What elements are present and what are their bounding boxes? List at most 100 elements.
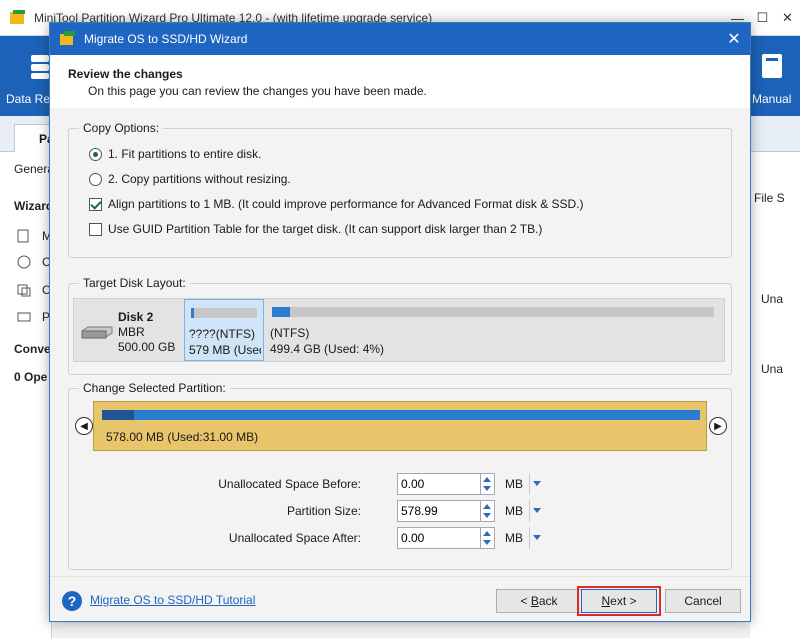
- option-fit-partitions[interactable]: 1. Fit partitions to entire disk.: [89, 147, 261, 161]
- unallocated-before-label: Unallocated Space Before:: [218, 477, 361, 491]
- option-align-1mb[interactable]: Align partitions to 1 MB. (It could impr…: [89, 197, 584, 211]
- change-partition-group: Change Selected Partition: ◀ 578.00 MB (…: [68, 381, 732, 570]
- dialog-titlebar[interactable]: Migrate OS to SSD/HD Wizard ✕: [50, 23, 750, 55]
- right-panel-file-system: File S: [754, 191, 785, 205]
- use-gpt-checkbox[interactable]: [89, 222, 102, 236]
- partition-1-size: 579 MB (Used: 5%): [189, 343, 261, 357]
- fit-partitions-label: 1. Fit partitions to entire disk.: [108, 147, 262, 161]
- partition-size-unit[interactable]: MB: [505, 504, 523, 518]
- spin-up-icon[interactable]: [483, 477, 491, 482]
- migrate-icon[interactable]: [16, 228, 32, 244]
- next-button-accelerator: N: [601, 594, 611, 608]
- help-icon[interactable]: ?: [62, 591, 82, 611]
- partition-block-1[interactable]: ????(NTFS) 579 MB (Used: 5%): [184, 299, 264, 361]
- migrate-os-dialog: Migrate OS to SSD/HD Wizard ✕ Review the…: [49, 22, 751, 622]
- align-1mb-checkbox[interactable]: [89, 197, 102, 211]
- disk-map: Disk 2 MBR 500.00 GB ????(NTFS) 579 MB (…: [73, 298, 725, 362]
- partition-resize-slider[interactable]: 578.00 MB (Used:31.00 MB): [93, 401, 707, 451]
- ribbon-manual-label[interactable]: Manual: [752, 92, 791, 106]
- ribbon-data-recovery-label[interactable]: Data Re: [6, 92, 50, 106]
- unallocated-before-unit[interactable]: MB: [505, 477, 523, 491]
- unallocated-after-label: Unallocated Space After:: [228, 531, 361, 545]
- hard-disk-icon: [81, 326, 113, 339]
- partition-slider-used-fill: [102, 410, 135, 420]
- unallocated-after-stepper[interactable]: [481, 527, 495, 549]
- copy-options-label: Copy Options:: [79, 121, 164, 135]
- disk-partition-style: MBR: [118, 325, 145, 339]
- spin-down-icon[interactable]: [483, 486, 491, 491]
- spin-up-icon[interactable]: [483, 504, 491, 509]
- spin-down-icon[interactable]: [483, 513, 491, 518]
- fit-partitions-radio[interactable]: [89, 147, 102, 161]
- target-disk-layout-label: Target Disk Layout:: [79, 276, 190, 290]
- disk-info[interactable]: Disk 2 MBR 500.00 GB: [74, 299, 184, 361]
- dialog-body: Copy Options: 1. Fit partitions to entir…: [50, 108, 750, 576]
- partition-block-2[interactable]: (NTFS) 499.4 GB (Used: 4%): [266, 299, 724, 361]
- manual-book-icon[interactable]: [760, 52, 784, 82]
- chevron-right-icon[interactable]: ▶: [709, 417, 727, 435]
- disk-capacity: 500.00 GB: [118, 340, 176, 354]
- right-panel-unallocated-1: Una: [761, 292, 784, 306]
- chevron-left-icon[interactable]: ◀: [75, 417, 93, 435]
- partition-slider-summary: 578.00 MB (Used:31.00 MB): [106, 430, 259, 444]
- unallocated-before-stepper[interactable]: [481, 473, 495, 495]
- partition-recovery-icon[interactable]: [16, 309, 32, 325]
- unallocated-after-input[interactable]: [397, 527, 481, 549]
- tutorial-link[interactable]: Migrate OS to SSD/HD Tutorial: [90, 593, 255, 607]
- dialog-title: Migrate OS to SSD/HD Wizard: [84, 32, 248, 46]
- partition-size-input[interactable]: [397, 500, 481, 522]
- chevron-down-icon[interactable]: [529, 527, 541, 549]
- partition-1-filesystem: ????(NTFS): [189, 327, 256, 341]
- minitool-logo-icon: [10, 10, 25, 24]
- back-button-accelerator: B: [530, 594, 539, 608]
- partition-size-label: Partition Size:: [286, 504, 361, 518]
- partition-2-usage-bar: [272, 307, 714, 317]
- partition-2-filesystem: (NTFS): [270, 326, 310, 340]
- partition-2-used-fill: [272, 307, 290, 317]
- copy-partition-icon[interactable]: [16, 254, 32, 270]
- unallocated-after-unit[interactable]: MB: [505, 531, 523, 545]
- change-partition-label: Change Selected Partition:: [79, 381, 230, 395]
- partition-1-used-fill: [191, 308, 195, 318]
- left-panel-wizard: Wizard: [14, 199, 54, 213]
- partition-2-size: 499.4 GB (Used: 4%): [270, 342, 385, 356]
- background-right-panel: [750, 152, 800, 638]
- partition-slider-bar: [102, 410, 700, 420]
- next-button[interactable]: Next >: [581, 589, 657, 613]
- background-left-panel: [0, 152, 52, 638]
- copy-without-resizing-label: 2. Copy partitions without resizing.: [108, 172, 291, 186]
- copy-without-resizing-radio[interactable]: [89, 172, 102, 186]
- dialog-footer: ? Migrate OS to SSD/HD Tutorial < Back N…: [50, 576, 750, 621]
- chevron-down-icon[interactable]: [529, 473, 541, 495]
- partition-size-stepper[interactable]: [481, 500, 495, 522]
- right-panel-unallocated-2: Una: [761, 362, 784, 376]
- wizard-app-icon: [60, 31, 75, 45]
- close-icon[interactable]: ✕: [718, 23, 750, 55]
- left-panel-convert: Conve: [14, 342, 51, 356]
- option-use-gpt[interactable]: Use GUID Partition Table for the target …: [89, 222, 542, 236]
- unallocated-before-input[interactable]: [397, 473, 481, 495]
- back-button-prefix: <: [520, 594, 531, 608]
- use-gpt-label: Use GUID Partition Table for the target …: [108, 222, 543, 236]
- cancel-button[interactable]: Cancel: [665, 589, 741, 613]
- close-icon[interactable]: ✕: [775, 0, 800, 36]
- spin-down-icon[interactable]: [483, 540, 491, 545]
- copy-options-group: Copy Options: 1. Fit partitions to entir…: [68, 121, 732, 258]
- partition-1-usage-bar: [191, 308, 257, 318]
- option-copy-without-resizing[interactable]: 2. Copy partitions without resizing.: [89, 172, 291, 186]
- next-button-label: ext >: [610, 594, 637, 608]
- maximize-icon[interactable]: ☐: [750, 0, 775, 36]
- align-1mb-label: Align partitions to 1 MB. (It could impr…: [108, 197, 584, 211]
- left-panel-pending-ops: 0 Ope: [14, 370, 48, 384]
- page-subtitle: On this page you can review the changes …: [88, 84, 427, 98]
- target-disk-layout-group: Target Disk Layout: Disk 2 MBR 500.00 GB…: [68, 276, 732, 375]
- spin-up-icon[interactable]: [483, 531, 491, 536]
- back-button-label: ack: [538, 594, 558, 608]
- page-title: Review the changes: [68, 67, 183, 81]
- back-button[interactable]: < Back: [496, 589, 582, 613]
- disk-name: Disk 2: [118, 310, 154, 324]
- chevron-down-icon[interactable]: [529, 500, 541, 522]
- copy-disk-icon[interactable]: [16, 282, 32, 298]
- data-recovery-icon[interactable]: [30, 54, 50, 80]
- background-tab[interactable]: Pa: [14, 124, 54, 152]
